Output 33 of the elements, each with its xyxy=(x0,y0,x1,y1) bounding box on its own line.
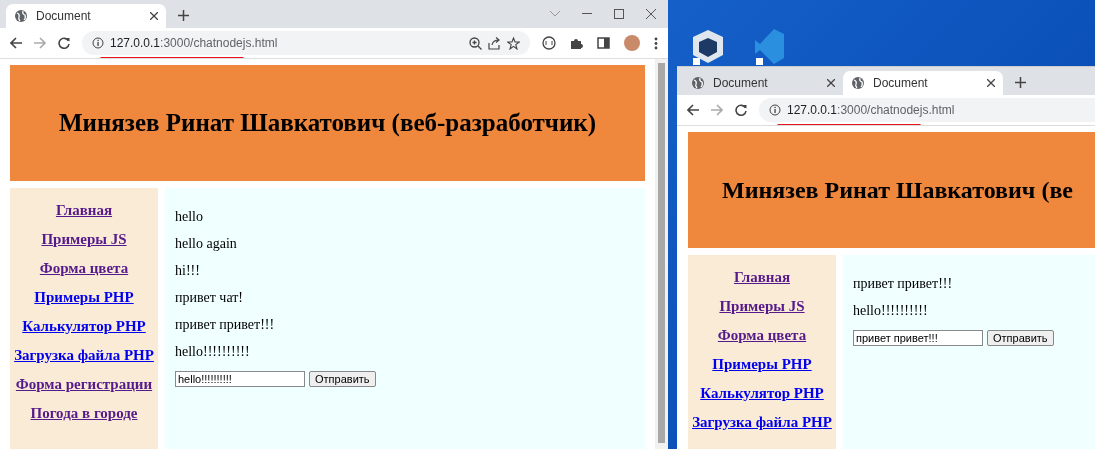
browser-tab[interactable]: Document xyxy=(6,4,166,28)
page-title: Минязев Ринат Шавкатович (веб-разработчик) xyxy=(58,109,597,137)
send-button[interactable]: Отправить xyxy=(987,330,1054,346)
page-title: Минязев Ринат Шавкатович (ве xyxy=(722,176,1073,204)
address-bar[interactable]: 127.0.0.1:3000/chatnodejs.html xyxy=(759,98,1095,122)
browser-tab[interactable]: Document xyxy=(843,71,1003,95)
nav-link[interactable]: Форма регистрации xyxy=(15,376,153,393)
message-input[interactable]: привет привет!!! xyxy=(853,330,983,346)
chat-message: привет привет!!! xyxy=(175,317,276,333)
nav-link[interactable]: Калькулятор PHP xyxy=(700,385,824,402)
nav-link[interactable]: Главная xyxy=(733,269,791,286)
chat-message: привет чат! xyxy=(175,290,245,306)
nav-link[interactable]: Погода в городе xyxy=(30,405,138,422)
chat-message: hello!!!!!!!!!! xyxy=(175,344,251,360)
chat-message: привет привет!!! xyxy=(853,276,954,292)
nav-link[interactable]: Главная xyxy=(55,202,113,219)
nav-link[interactable]: Форма цвета xyxy=(39,260,129,277)
chat-message: hello!!!!!!!!!! xyxy=(853,303,929,319)
browser-tab[interactable]: Document xyxy=(683,71,843,95)
nav-link[interactable]: Загрузка файла PHP xyxy=(692,414,832,431)
nav-link[interactable]: Примеры PHP xyxy=(34,289,134,306)
chat-message: hello again xyxy=(175,236,238,252)
nav-link[interactable]: Форма цвета xyxy=(717,327,807,344)
chat-message: hi!!! xyxy=(175,263,201,279)
nav-link[interactable]: Примеры JS xyxy=(41,231,127,248)
send-button[interactable]: Отправить xyxy=(309,371,376,387)
nav-link[interactable]: Калькулятор PHP xyxy=(22,318,146,335)
chat-message: hello xyxy=(175,209,204,225)
nav-link[interactable]: Примеры PHP xyxy=(712,356,812,373)
message-input[interactable]: hello!!!!!!!!!! xyxy=(175,371,305,387)
nav-link[interactable]: Загрузка файла PHP xyxy=(14,347,154,364)
nav-link[interactable]: Примеры JS xyxy=(719,298,805,315)
address-bar[interactable]: 127.0.0.1:3000/chatnodejs.html xyxy=(82,31,530,55)
